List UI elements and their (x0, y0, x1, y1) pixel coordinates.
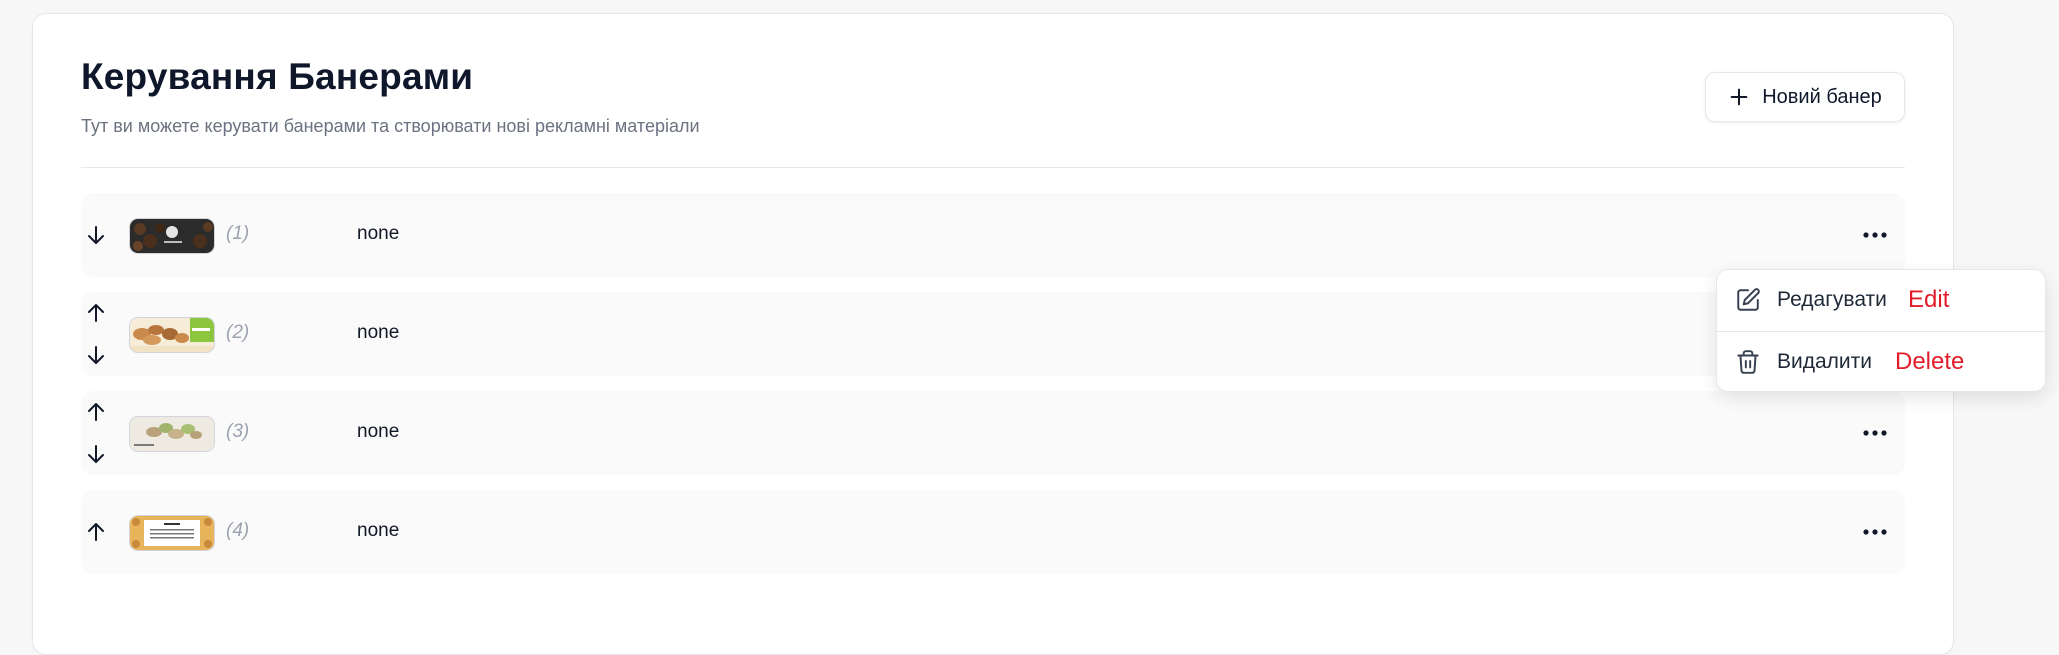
new-banner-button[interactable]: Новий банер (1705, 72, 1905, 122)
menu-item-delete[interactable]: Видалити Delete (1717, 332, 2045, 392)
banner-name: none (357, 520, 400, 541)
banner-row: (3) none (81, 391, 1905, 475)
arrow-up-icon (88, 523, 104, 541)
more-horizontal-icon (1863, 430, 1887, 436)
banner-row: (2) none (81, 292, 1905, 376)
arrow-up-icon (88, 304, 104, 322)
row-actions-button[interactable] (1855, 215, 1895, 255)
banner-index: (4) (226, 520, 250, 541)
pencil-icon (1737, 288, 1760, 311)
more-horizontal-icon (1863, 232, 1887, 238)
arrow-down-icon (88, 445, 104, 463)
new-banner-button-label: Новий банер (1762, 85, 1882, 108)
banner-name: none (357, 223, 400, 244)
move-down-button[interactable] (81, 220, 111, 250)
move-down-button[interactable] (81, 439, 111, 469)
banner-index: (3) (226, 421, 250, 442)
more-horizontal-icon (1863, 529, 1887, 535)
banner-thumbnail-image (130, 516, 214, 550)
row-actions-button[interactable] (1855, 413, 1895, 453)
move-up-button[interactable] (81, 298, 111, 328)
banner-row: (4) none (81, 490, 1905, 574)
banner-thumbnail-image (130, 417, 214, 451)
edit-annotation: Edit (1908, 286, 1950, 313)
move-up-button[interactable] (81, 397, 111, 427)
plus-icon (1730, 88, 1748, 106)
arrow-down-icon (88, 226, 104, 244)
banner-thumbnail-image (130, 219, 214, 253)
menu-item-edit-label: Редагувати (1777, 288, 1887, 311)
banner-name: none (357, 322, 400, 343)
banner-name: none (357, 421, 400, 442)
row-context-menu: Редагувати Edit Видалити Delete (1716, 269, 2046, 392)
trash-icon (1737, 350, 1759, 374)
row-actions-button[interactable] (1855, 512, 1895, 552)
arrow-up-icon (88, 403, 104, 421)
banner-row: (1) none (81, 193, 1905, 277)
page-subtitle: Тут ви можете керувати банерами та створ… (81, 116, 700, 136)
arrow-down-icon (88, 346, 104, 364)
page-title: Керування Банерами (81, 56, 474, 97)
move-up-button[interactable] (81, 517, 111, 547)
menu-item-delete-label: Видалити (1777, 350, 1873, 373)
banner-thumbnail (129, 416, 215, 452)
banner-index: (1) (226, 223, 250, 244)
banner-thumbnail (129, 515, 215, 551)
menu-item-edit[interactable]: Редагувати Edit (1717, 270, 2045, 330)
move-down-button[interactable] (81, 340, 111, 370)
banner-index: (2) (226, 322, 250, 343)
banner-thumbnail-image (130, 318, 214, 352)
delete-annotation: Delete (1895, 348, 1965, 375)
header-divider (81, 167, 1905, 168)
banner-thumbnail (129, 317, 215, 353)
banner-thumbnail (129, 218, 215, 254)
